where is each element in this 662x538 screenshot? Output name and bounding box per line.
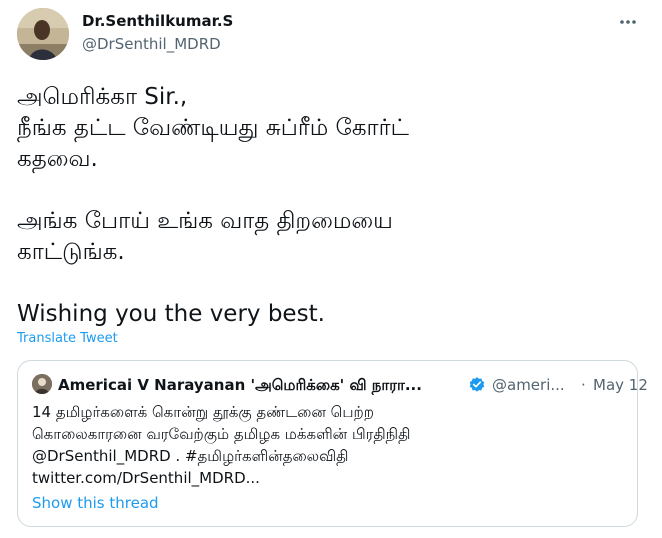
tweet-line: காட்டுங்க. bbox=[17, 239, 125, 265]
quoted-author-avatar[interactable] bbox=[32, 374, 52, 394]
author-avatar[interactable] bbox=[17, 8, 69, 60]
more-dots-icon bbox=[620, 20, 636, 24]
tweet-line: அங்க போய் உங்க வாத திறமையை bbox=[17, 208, 393, 234]
author-handle[interactable]: @DrSenthil_MDRD bbox=[82, 34, 221, 54]
more-options-button[interactable] bbox=[616, 10, 640, 34]
quoted-tweet-date[interactable]: May 12 bbox=[593, 375, 648, 395]
quoted-tweet-line: 14 தமிழர்களைக் கொன்று தூக்கு தண்டனை பெற்… bbox=[32, 403, 374, 421]
show-thread-link[interactable]: Show this thread bbox=[32, 493, 159, 513]
tweet-line: கதவை. bbox=[17, 146, 98, 172]
quoted-tweet-text: 14 தமிழர்களைக் கொன்று தூக்கு தண்டனை பெற்… bbox=[32, 401, 627, 489]
quoted-tweet-line: கொலைகாரனை வரவேற்கும் தமிழக மக்களின் பிரத… bbox=[32, 425, 411, 443]
tweet-line: நீங்க தட்ட வேண்டியது சுப்ரீம் கோர்ட் bbox=[17, 115, 409, 141]
quoted-tweet-card[interactable]: Americai V Narayanan 'அமெரிக்கை' வி நாரா… bbox=[17, 360, 648, 527]
tweet-line: Wishing you the very best. bbox=[17, 301, 325, 327]
quoted-tweet-line: @DrSenthil_MDRD . #தமிழர்களின்தலைவிதி bbox=[32, 447, 349, 465]
verified-badge-icon bbox=[469, 377, 485, 392]
tweet-text: அமெரிக்கா Sir., நீங்க தட்ட வேண்டியது சுப… bbox=[17, 82, 642, 330]
tweet-line: அமெரிக்கா Sir., bbox=[17, 84, 188, 110]
quoted-author-name[interactable]: Americai V Narayanan 'அமெரிக்கை' வி நாரா… bbox=[58, 375, 422, 395]
author-name[interactable]: Dr.Senthilkumar.S bbox=[82, 11, 233, 31]
quoted-author-avatar-image bbox=[32, 374, 52, 394]
dot-separator: · bbox=[581, 376, 586, 394]
quoted-tweet-line: twitter.com/DrSenthil_MDRD... bbox=[32, 469, 260, 487]
translate-tweet-link[interactable]: Translate Tweet bbox=[17, 330, 118, 347]
author-avatar-image bbox=[17, 8, 69, 60]
quoted-author-handle[interactable]: @ameri... bbox=[492, 375, 565, 395]
